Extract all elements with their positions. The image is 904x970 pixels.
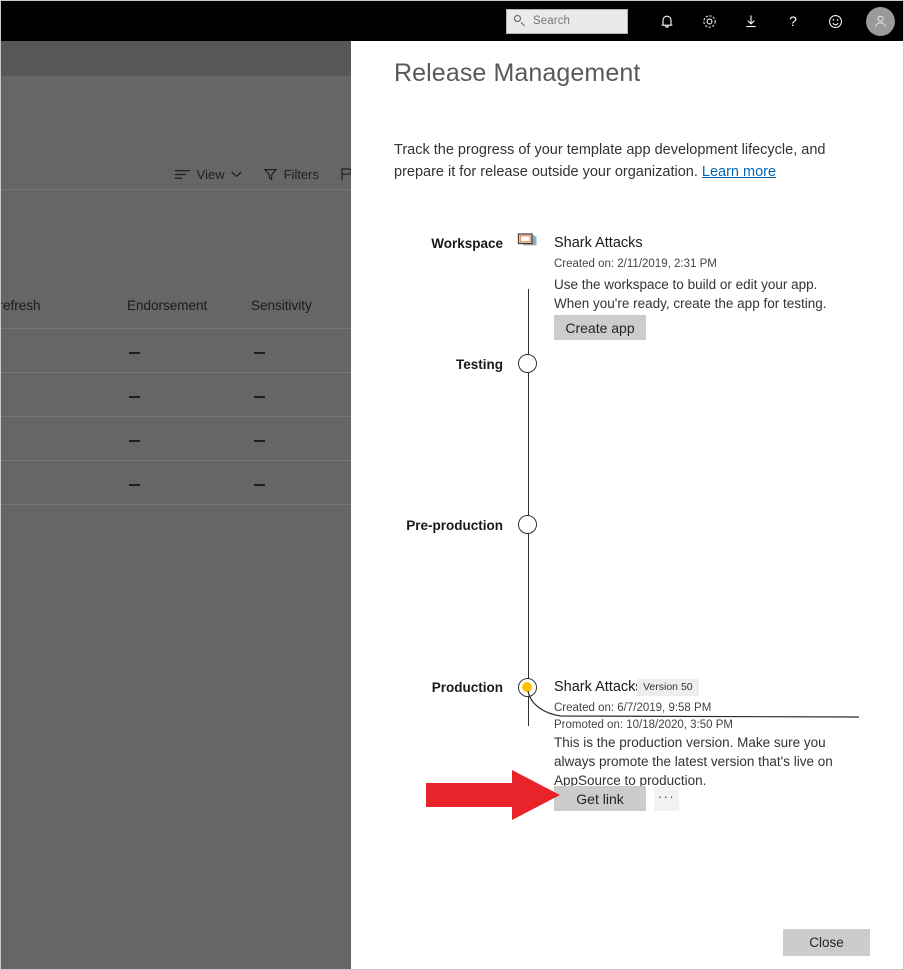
timeline-node-production[interactable] (518, 678, 537, 697)
workspace-app-name: Shark Attacks (554, 235, 643, 251)
red-pointer-arrow (426, 770, 561, 820)
row-divider-4 (1, 504, 351, 505)
timeline-connector (528, 536, 529, 726)
row-sensitivity-dash (254, 440, 265, 442)
stage-label-testing: Testing (351, 357, 503, 372)
row-divider-3 (1, 460, 351, 461)
toolbar-filters-label: Filters (284, 167, 319, 182)
release-timeline: Workspace Shark Attacks Created on: 2/11… (351, 41, 904, 970)
row-endorsement-dash (129, 352, 140, 354)
column-header-sensitivity: Sensitivity (251, 298, 312, 313)
row-sensitivity-dash (254, 484, 265, 486)
timeline-node-pre-production[interactable] (518, 515, 537, 534)
svg-text:?: ? (789, 13, 797, 29)
row-endorsement-dash (129, 484, 140, 486)
download-icon[interactable] (736, 6, 766, 36)
stage-label-pre-production: Pre-production (351, 518, 503, 533)
global-top-bar: Search ? (1, 1, 904, 41)
global-search-box[interactable]: Search (506, 9, 628, 34)
production-app-name: Shark Attacks (554, 679, 643, 695)
row-sensitivity-dash (254, 352, 265, 354)
feedback-smiley-icon[interactable] (820, 6, 850, 36)
row-sensitivity-dash (254, 396, 265, 398)
row-endorsement-dash (129, 440, 140, 442)
row-divider-1 (1, 372, 351, 373)
app-window: Search ? (0, 0, 904, 970)
account-avatar[interactable] (866, 7, 895, 36)
help-question-icon[interactable]: ? (778, 6, 808, 36)
chevron-down-icon (231, 171, 242, 178)
production-overflow-button[interactable]: ··· (654, 786, 679, 811)
settings-gear-icon[interactable] (694, 6, 724, 36)
dim-header-band (1, 41, 351, 76)
toolbar-filters-button[interactable]: Filters (264, 167, 319, 182)
release-management-panel: Release Management Track the progress of… (351, 41, 904, 970)
list-toolbar: View Filters (1, 159, 351, 189)
version-badge: Version 50 (637, 679, 699, 696)
toolbar-view-button[interactable]: View (175, 167, 242, 182)
production-description: This is the production version. Make sur… (554, 733, 839, 790)
notifications-icon[interactable] (652, 6, 682, 36)
workspace-icon (517, 233, 539, 253)
row-divider-2 (1, 416, 351, 417)
partial-icon (341, 168, 351, 181)
workspace-created-on: Created on: 2/11/2019, 2:31 PM (554, 258, 717, 270)
list-column-headers: t refresh Endorsement Sensitivity (1, 298, 351, 318)
column-header-endorsement: Endorsement (127, 298, 207, 313)
column-header-refresh: t refresh (1, 298, 41, 313)
create-app-button[interactable]: Create app (554, 315, 646, 340)
production-created-on: Created on: 6/7/2019, 9:58 PM (554, 702, 711, 714)
stage-label-workspace: Workspace (351, 236, 503, 251)
toolbar-partial-button[interactable] (341, 168, 351, 181)
search-placeholder: Search (533, 15, 570, 27)
workspace-description: Use the workspace to build or edit your … (554, 275, 839, 313)
row-endorsement-dash (129, 396, 140, 398)
search-icon (514, 15, 527, 28)
list-divider-top (1, 189, 351, 190)
toolbar-view-label: View (197, 167, 225, 182)
view-lines-icon (175, 169, 190, 180)
filter-funnel-icon (264, 168, 277, 181)
close-button[interactable]: Close (783, 929, 870, 956)
production-promoted-on: Promoted on: 10/18/2020, 3:50 PM (554, 719, 733, 731)
row-divider-0 (1, 328, 351, 329)
stage-label-production: Production (351, 680, 503, 695)
get-link-button[interactable]: Get link (554, 786, 646, 811)
dimmed-background-list: View Filters t refresh Endorsement (1, 41, 351, 970)
timeline-node-testing[interactable] (518, 354, 537, 373)
